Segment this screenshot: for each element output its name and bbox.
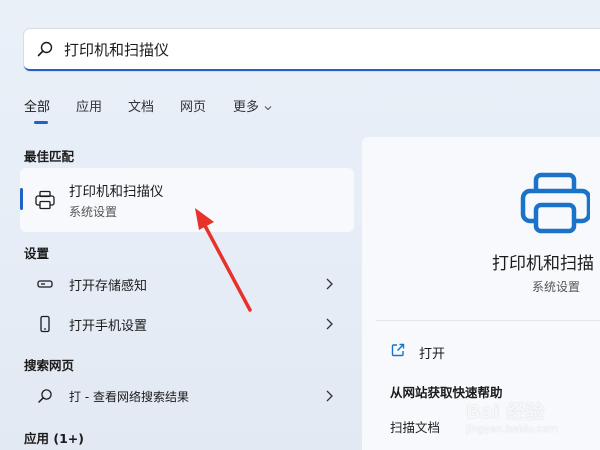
printer-icon <box>520 172 590 234</box>
detail-subtitle: 系统设置 <box>532 280 581 294</box>
best-match-heading: 最佳匹配 <box>24 149 75 164</box>
tab-all[interactable]: 全部 <box>24 96 50 115</box>
chevron-right-icon <box>326 278 333 290</box>
best-match-title: 打印机和扫描仪 <box>69 184 164 200</box>
web-search-item[interactable]: 打 - 查看网络搜索结果 <box>20 378 354 414</box>
divider <box>376 320 600 321</box>
best-match-result[interactable] <box>20 168 354 232</box>
apps-heading: 应用 (1+) <box>24 431 84 446</box>
watermark-url: jingyan.baidu.com <box>466 424 559 435</box>
phone-icon <box>40 315 50 333</box>
settings-item-phone[interactable]: 打开手机设置 <box>20 306 354 342</box>
tab-more[interactable]: 更多 <box>233 96 273 115</box>
active-tab-indicator <box>34 121 48 124</box>
best-match-subtitle: 系统设置 <box>69 205 118 219</box>
tab-apps[interactable]: 应用 <box>76 96 102 115</box>
web-search-label: 打 - 查看网络搜索结果 <box>69 390 189 404</box>
watermark-brand: Bai 经验 <box>466 401 545 423</box>
search-box[interactable]: 打印机和扫描仪 <box>24 29 600 71</box>
search-input[interactable]: 打印机和扫描仪 <box>64 39 169 60</box>
tab-documents[interactable]: 文档 <box>128 96 154 115</box>
settings-item-storage-sense[interactable]: 打开存储感知 <box>20 266 354 302</box>
storage-icon <box>37 280 53 288</box>
tab-web[interactable]: 网页 <box>180 96 206 115</box>
search-icon <box>37 41 53 57</box>
detail-title: 打印机和扫描 <box>492 254 594 274</box>
tab-more-label: 更多 <box>233 100 260 115</box>
web-search-heading: 搜索网页 <box>24 358 75 373</box>
settings-item-label: 打开存储感知 <box>69 279 148 294</box>
open-action[interactable]: 打开 <box>419 343 445 362</box>
selection-indicator <box>20 188 23 210</box>
settings-item-label: 打开手机设置 <box>69 319 148 334</box>
open-external-icon <box>391 343 405 357</box>
chevron-right-icon <box>326 318 333 330</box>
printer-icon <box>35 190 55 210</box>
chevron-right-icon <box>326 390 333 402</box>
help-item-scan[interactable]: 扫描文档 <box>390 417 440 436</box>
chevron-down-icon <box>264 105 272 110</box>
settings-heading: 设置 <box>24 246 50 261</box>
search-icon <box>38 389 52 403</box>
